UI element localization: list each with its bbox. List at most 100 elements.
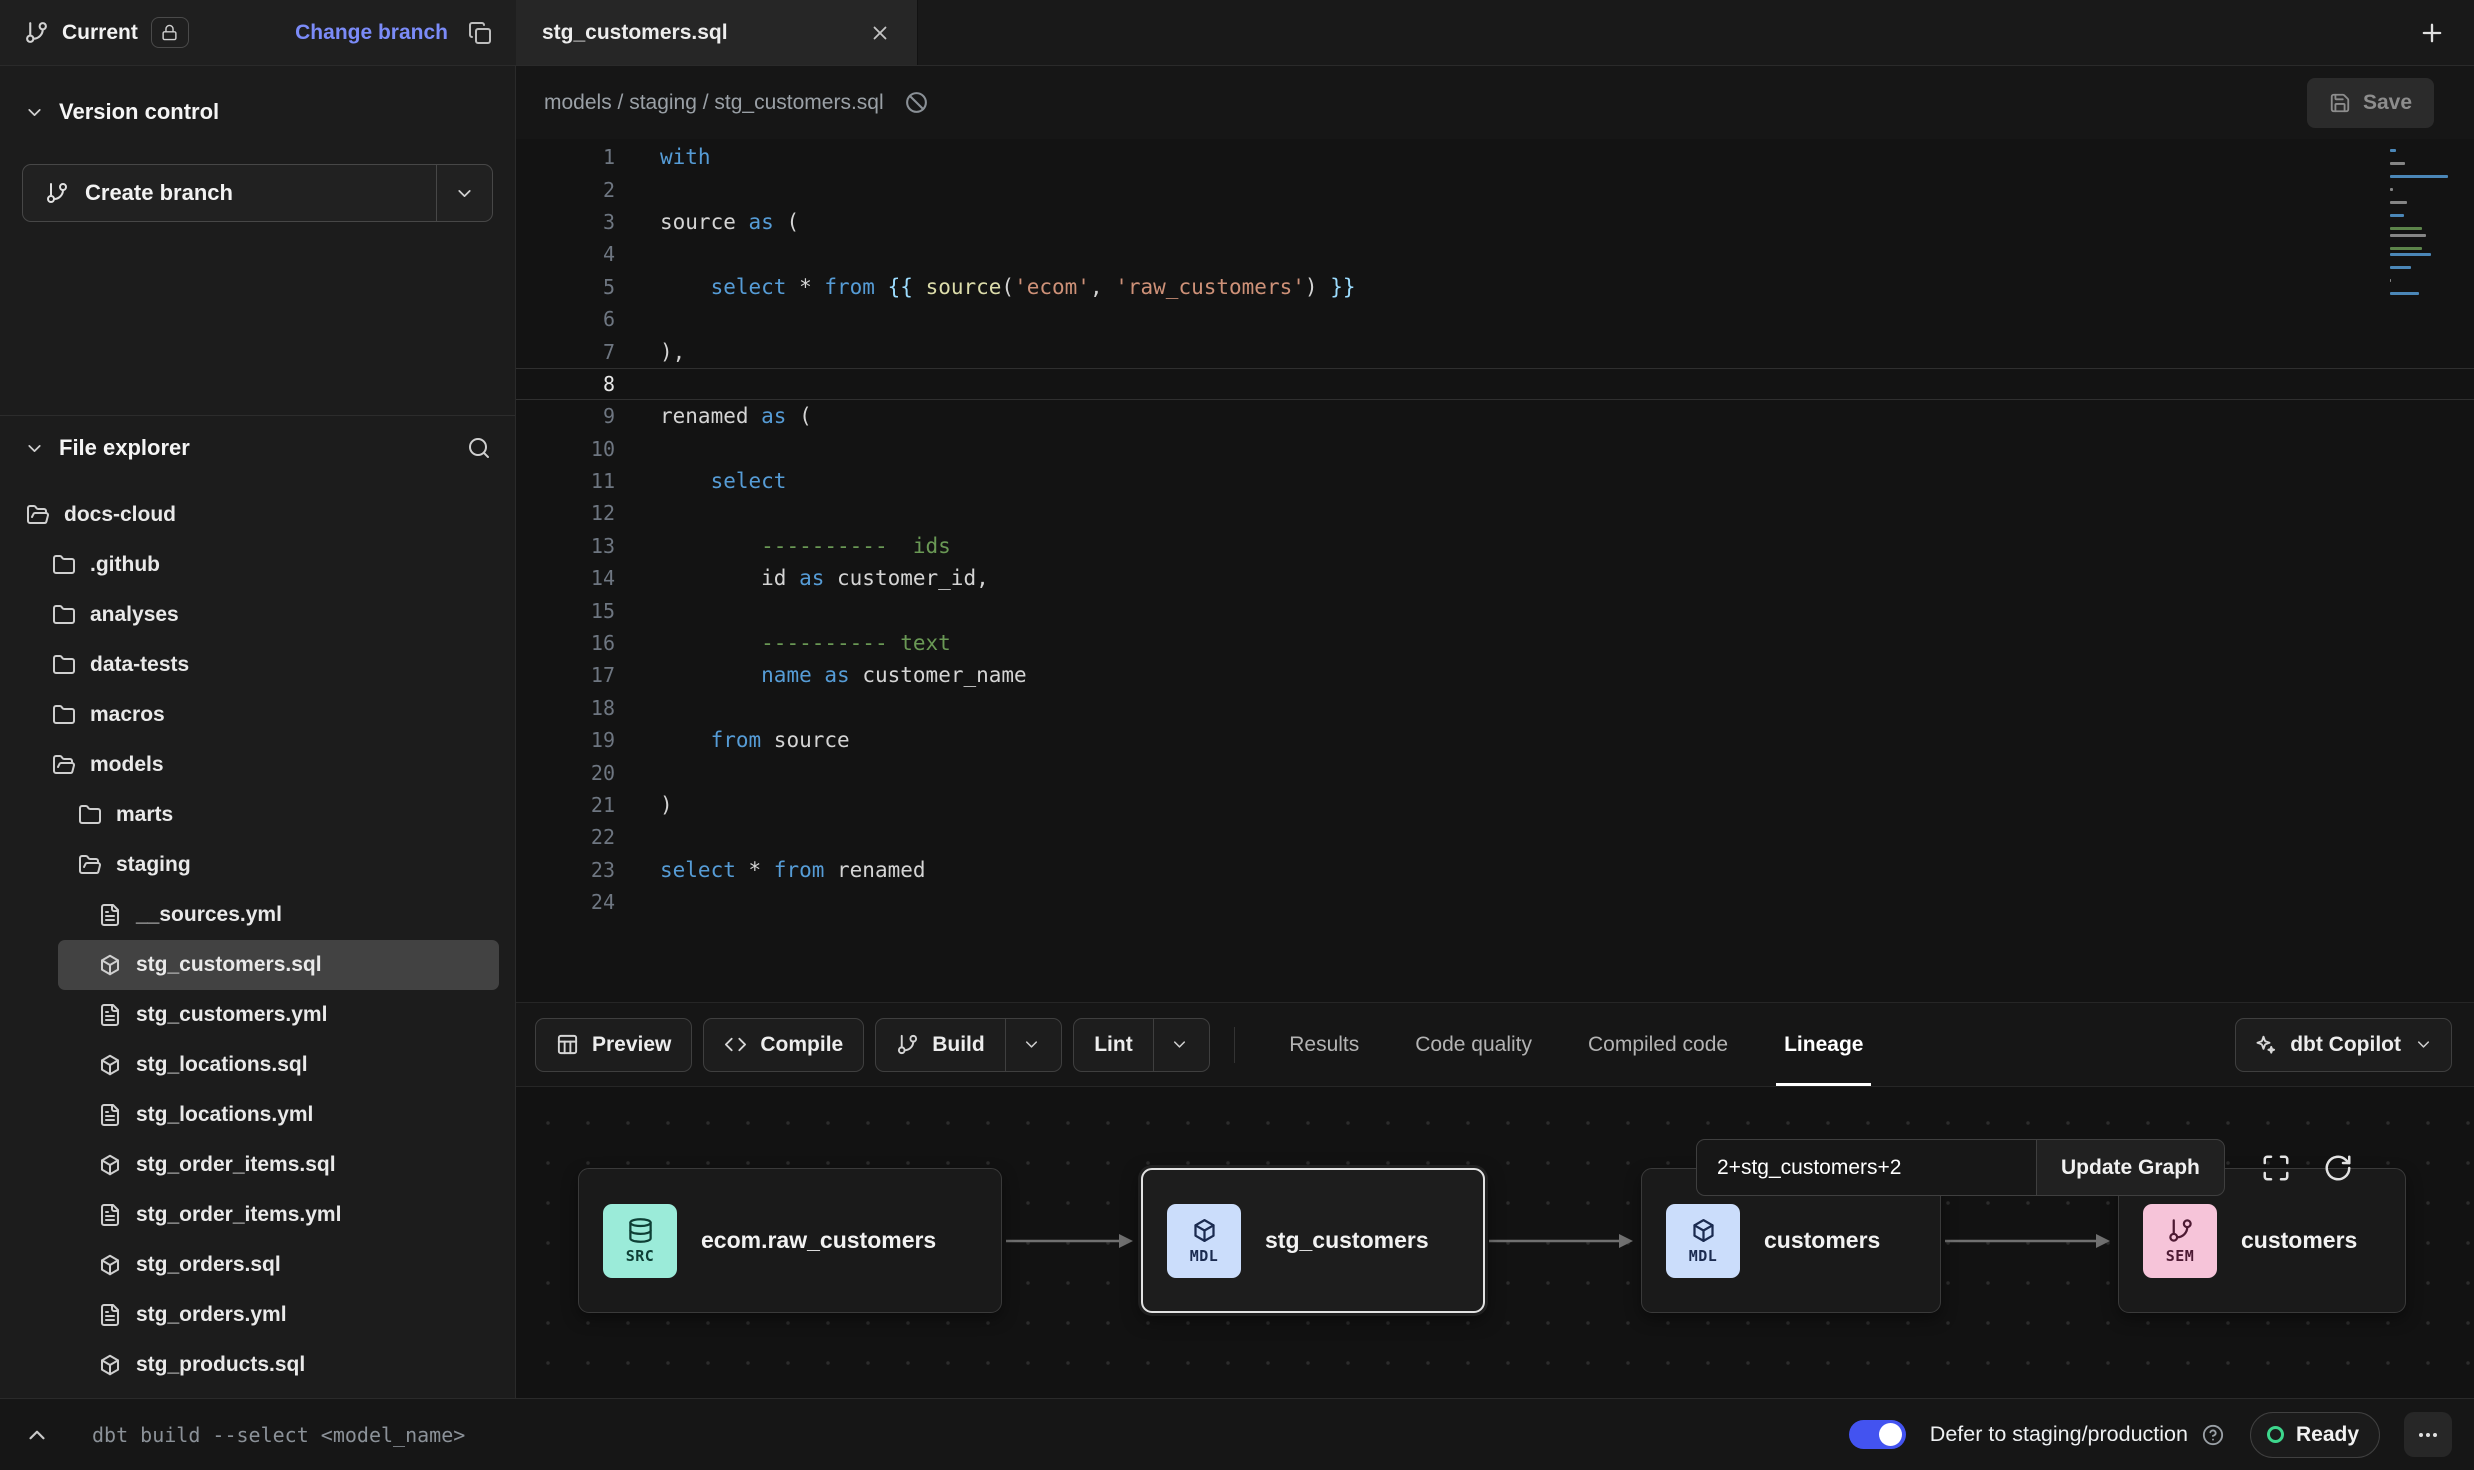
code-line-11[interactable]: 11 select <box>516 465 2474 497</box>
minimap[interactable] <box>2390 149 2456 302</box>
sidebar: Version control Create branch File explo… <box>0 66 516 1398</box>
file-icon <box>98 1003 122 1027</box>
tree-item-marts[interactable]: marts <box>0 790 515 840</box>
copy-icon[interactable] <box>468 21 492 45</box>
folder-icon <box>78 803 102 827</box>
command-input[interactable]: dbt build --select <model_name> <box>92 1423 465 1447</box>
tree-item-stg-orders-yml[interactable]: stg_orders.yml <box>0 1290 515 1340</box>
code-line-13[interactable]: 13 ---------- ids <box>516 530 2474 562</box>
version-control-header[interactable]: Version control <box>0 84 515 140</box>
defer-label: Defer to staging/production <box>1930 1422 2188 1447</box>
create-branch-button[interactable]: Create branch <box>22 164 493 222</box>
panel-tab-results[interactable]: Results <box>1289 1003 1359 1086</box>
close-tab-icon[interactable] <box>869 22 891 44</box>
line-number: 14 <box>516 566 615 590</box>
code-editor[interactable]: 1with23source as (45 select * from {{ so… <box>516 139 2474 1002</box>
code-line-20[interactable]: 20 <box>516 756 2474 788</box>
tree-item-label: analyses <box>90 603 179 627</box>
tree-item-stg-customers-sql[interactable]: stg_customers.sql <box>58 940 499 990</box>
compile-button[interactable]: Compile <box>703 1018 864 1072</box>
code-line-2[interactable]: 2 <box>516 173 2474 205</box>
fullscreen-icon[interactable] <box>2261 1153 2291 1183</box>
lineage-node-stg-customers-1[interactable]: MDLstg_customers <box>1141 1168 1485 1313</box>
panel-tab-lineage[interactable]: Lineage <box>1784 1003 1863 1086</box>
change-branch-link[interactable]: Change branch <box>295 21 448 45</box>
code-line-23[interactable]: 23select * from renamed <box>516 854 2474 886</box>
folder-icon <box>52 703 76 727</box>
tree-item-models[interactable]: models <box>0 740 515 790</box>
code-line-5[interactable]: 5 select * from {{ source('ecom', 'raw_c… <box>516 271 2474 303</box>
tree-item-label: __sources.yml <box>136 903 282 927</box>
code-line-19[interactable]: 19 from source <box>516 724 2474 756</box>
chevron-up-icon[interactable] <box>24 1422 50 1448</box>
tree-item-docs-cloud[interactable]: docs-cloud <box>0 490 515 540</box>
tree-item-staging[interactable]: staging <box>0 840 515 890</box>
code-line-8[interactable]: 8 <box>516 368 2474 400</box>
button-label: Build <box>932 1033 985 1057</box>
tree-item-data-tests[interactable]: data-tests <box>0 640 515 690</box>
save-button[interactable]: Save <box>2307 78 2434 128</box>
panel-tab-code-quality[interactable]: Code quality <box>1415 1003 1532 1086</box>
code-line-16[interactable]: 16 ---------- text <box>516 627 2474 659</box>
ready-status-button[interactable]: Ready <box>2250 1412 2380 1458</box>
code-line-10[interactable]: 10 <box>516 433 2474 465</box>
lint-button[interactable]: Lint <box>1073 1018 1210 1072</box>
build-button[interactable]: Build <box>875 1018 1062 1072</box>
tree-item-label: .github <box>90 553 160 577</box>
tree-item-label: stg_order_items.yml <box>136 1203 341 1227</box>
defer-toggle[interactable] <box>1849 1420 1906 1449</box>
tree-item-stg-order-items-yml[interactable]: stg_order_items.yml <box>0 1190 515 1240</box>
file-explorer-header[interactable]: File explorer <box>0 420 515 476</box>
tree-item-stg-customers-yml[interactable]: stg_customers.yml <box>0 990 515 1040</box>
code-line-7[interactable]: 7), <box>516 335 2474 367</box>
code-line-21[interactable]: 21) <box>516 789 2474 821</box>
search-icon[interactable] <box>467 436 491 460</box>
tree-item-stg-orders-sql[interactable]: stg_orders.sql <box>0 1240 515 1290</box>
preview-button[interactable]: Preview <box>535 1018 692 1072</box>
folder-open-icon <box>78 853 102 877</box>
code-line-14[interactable]: 14 id as customer_id, <box>516 562 2474 594</box>
overflow-menu-button[interactable] <box>2404 1412 2452 1457</box>
tree-item-analyses[interactable]: analyses <box>0 590 515 640</box>
main: Version control Create branch File explo… <box>0 66 2474 1398</box>
model-icon <box>98 953 122 977</box>
code-line-9[interactable]: 9renamed as ( <box>516 400 2474 432</box>
line-number: 15 <box>516 599 615 623</box>
sidebar-divider <box>0 415 515 416</box>
tree-item--sources-yml[interactable]: __sources.yml <box>0 890 515 940</box>
statusbar-right: Defer to staging/production Ready <box>1849 1412 2452 1458</box>
tree-item-stg-products-sql[interactable]: stg_products.sql <box>0 1340 515 1390</box>
tree-item--github[interactable]: .github <box>0 540 515 590</box>
code-line-17[interactable]: 17 name as customer_name <box>516 659 2474 691</box>
table-icon <box>556 1033 579 1056</box>
tree-item-stg-locations-sql[interactable]: stg_locations.sql <box>0 1040 515 1090</box>
model-icon <box>98 1053 122 1077</box>
lineage-selector-input[interactable] <box>1696 1139 2036 1196</box>
slash-circle-icon[interactable] <box>904 90 929 115</box>
new-tab-icon[interactable] <box>2418 19 2446 47</box>
tree-item-stg-locations-yml[interactable]: stg_locations.yml <box>0 1090 515 1140</box>
create-branch-dropdown[interactable] <box>436 165 492 221</box>
code-line-1[interactable]: 1with <box>516 141 2474 173</box>
dbt-copilot-button[interactable]: dbt Copilot <box>2235 1018 2452 1072</box>
tab-stg-customers-sql[interactable]: stg_customers.sql <box>516 0 918 65</box>
code-line-22[interactable]: 22 <box>516 821 2474 853</box>
node-badge-src: SRC <box>603 1204 677 1278</box>
code-line-12[interactable]: 12 <box>516 497 2474 529</box>
code-line-4[interactable]: 4 <box>516 238 2474 270</box>
help-icon[interactable] <box>2202 1424 2224 1446</box>
code-line-15[interactable]: 15 <box>516 594 2474 626</box>
refresh-icon[interactable] <box>2323 1153 2353 1183</box>
code-line-3[interactable]: 3source as ( <box>516 206 2474 238</box>
model-icon <box>98 1253 122 1277</box>
line-number: 12 <box>516 501 615 525</box>
panel-tab-compiled-code[interactable]: Compiled code <box>1588 1003 1728 1086</box>
code-line-24[interactable]: 24 <box>516 886 2474 918</box>
code-line-18[interactable]: 18 <box>516 692 2474 724</box>
update-graph-button[interactable]: Update Graph <box>2036 1139 2225 1196</box>
tree-item-stg-order-items-sql[interactable]: stg_order_items.sql <box>0 1140 515 1190</box>
tree-item-macros[interactable]: macros <box>0 690 515 740</box>
lineage-node-ecom-raw-customers-0[interactable]: SRCecom.raw_customers <box>578 1168 1002 1313</box>
code-line-6[interactable]: 6 <box>516 303 2474 335</box>
lineage-canvas[interactable]: SRCecom.raw_customersMDLstg_customersMDL… <box>516 1087 2474 1398</box>
